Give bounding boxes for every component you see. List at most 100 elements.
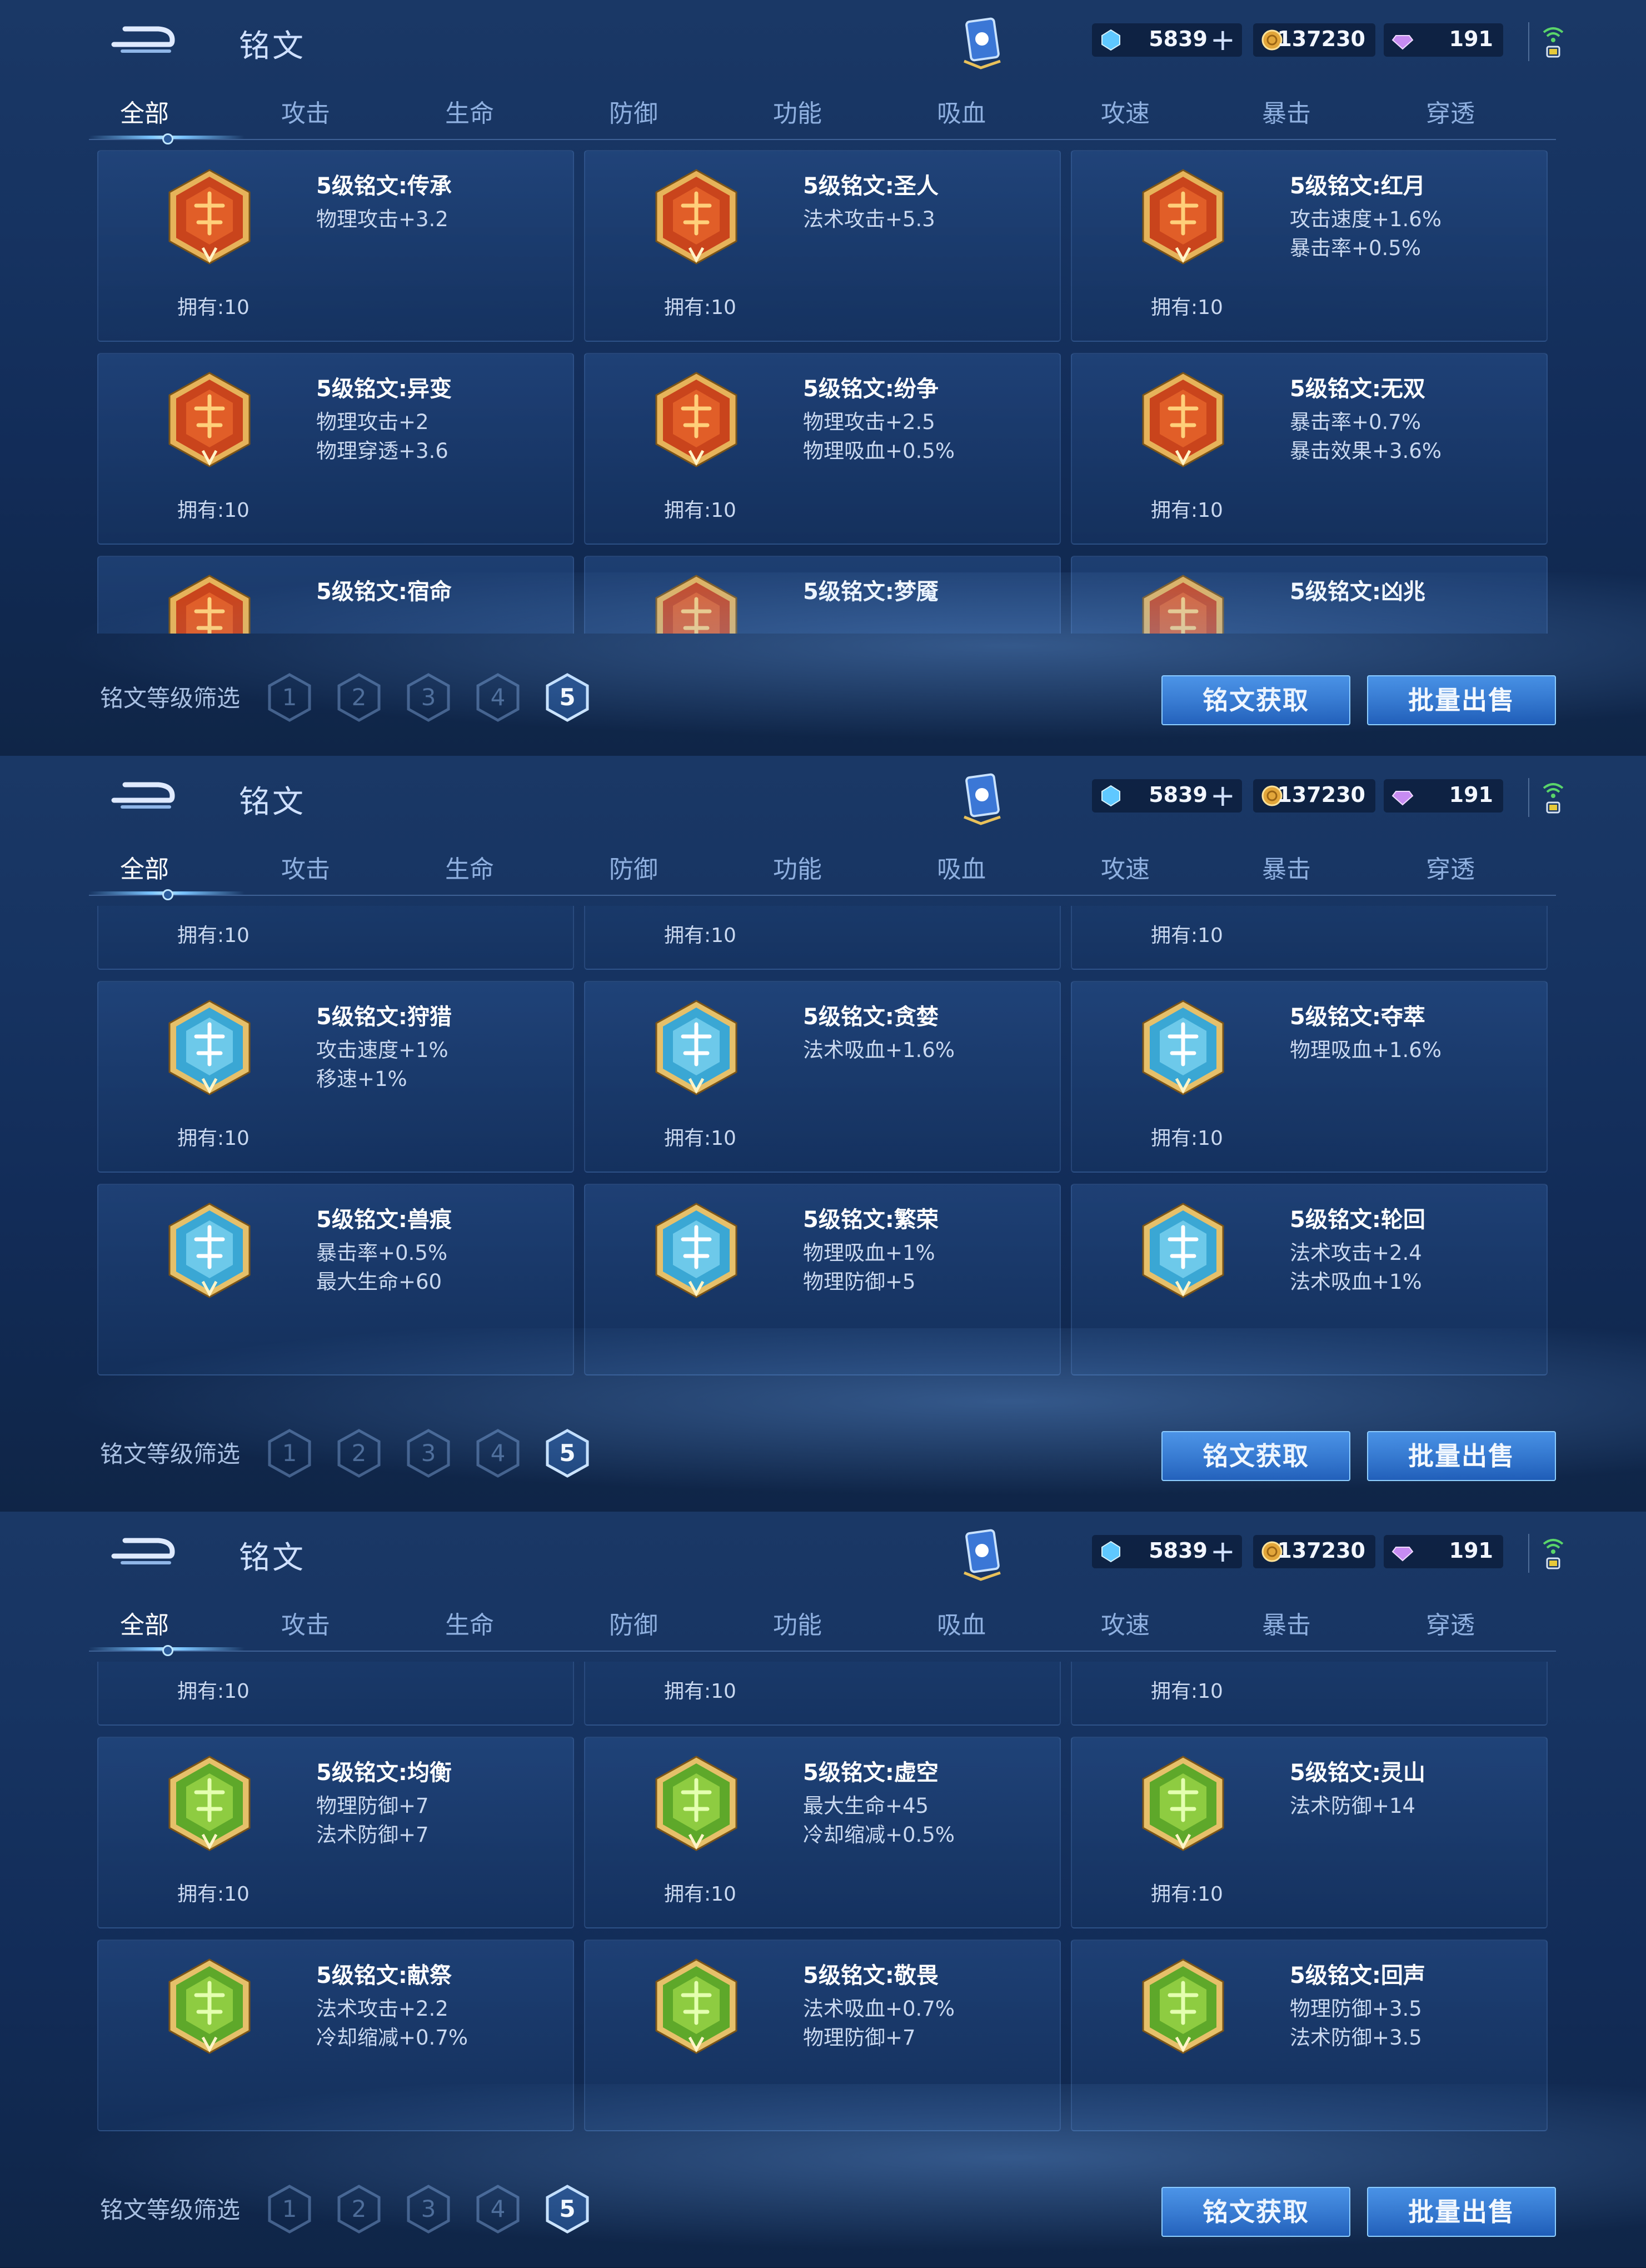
- level-filter-2[interactable]: 2: [336, 1428, 382, 1478]
- level-filter-4[interactable]: 4: [475, 672, 521, 722]
- owned-count: 拥有:10: [177, 499, 250, 522]
- tab-8[interactable]: 穿透: [1395, 93, 1506, 129]
- inscription-gem-icon: [655, 1203, 737, 1298]
- inscription-tile[interactable]: 拥有:10: [1071, 1662, 1548, 1726]
- add-diamond-icon[interactable]: +: [1210, 22, 1235, 57]
- tab-3[interactable]: 防御: [578, 849, 689, 885]
- divider: [1528, 22, 1529, 61]
- tab-8[interactable]: 穿透: [1395, 849, 1506, 885]
- inscription-tile[interactable]: 5级铭文:梦魇: [584, 556, 1061, 634]
- inscription-tile[interactable]: 5级铭文:夺萃 物理吸血+1.6% 拥有:10: [1071, 981, 1548, 1173]
- inscription-name: 5级铭文:传承: [316, 173, 452, 199]
- add-diamond-icon[interactable]: +: [1210, 1534, 1235, 1569]
- inscription-tile[interactable]: 5级铭文:敬畏 法术吸血+0.7% 物理防御+7: [584, 1940, 1061, 2131]
- tab-8[interactable]: 穿透: [1395, 1605, 1506, 1641]
- inscription-tile[interactable]: 5级铭文:轮回 法术攻击+2.4 法术吸血+1%: [1071, 1184, 1548, 1375]
- inscription-tile[interactable]: 法术穿透+6.4拥有:10: [97, 1662, 574, 1726]
- get-inscription-button[interactable]: 铭文获取: [1161, 1431, 1350, 1481]
- inscription-stat-2: 移速+1%: [316, 1067, 407, 1091]
- inscription-stat-2: 暴击率+0.5%: [1290, 236, 1421, 260]
- inscription-tile[interactable]: 5级铭文:红月 攻击速度+1.6% 暴击率+0.5% 拥有:10: [1071, 150, 1548, 342]
- level-filter-3[interactable]: 3: [406, 2184, 451, 2234]
- inscription-name: 5级铭文:繁荣: [803, 1207, 939, 1233]
- inscription-tile[interactable]: 5级铭文:兽痕 暴击率+0.5% 最大生命+60: [97, 1184, 574, 1375]
- inscription-tile[interactable]: 5级铭文:贪婪 法术吸血+1.6% 拥有:10: [584, 981, 1061, 1173]
- tab-1[interactable]: 攻击: [250, 849, 361, 885]
- level-filter-1[interactable]: 1: [267, 2184, 312, 2234]
- level-filter-1[interactable]: 1: [267, 672, 312, 722]
- tab-7[interactable]: 暴击: [1231, 849, 1342, 885]
- inscription-tile[interactable]: 5级铭文:凶兆: [1071, 556, 1548, 634]
- level-number: 4: [490, 684, 506, 711]
- bulk-sell-button[interactable]: 批量出售: [1367, 2187, 1556, 2237]
- inscription-tile[interactable]: 每5秒回血+7拥有:10: [1071, 906, 1548, 970]
- inscription-tile[interactable]: 5级铭文:献祭 法术攻击+2.2 冷却缩减+0.7%: [97, 1940, 574, 2131]
- level-filter-1[interactable]: 1: [267, 1428, 312, 1478]
- inscription-stat-2: 物理防御+5: [803, 1270, 916, 1294]
- inscription-name: 5级铭文:灵山: [1290, 1760, 1425, 1786]
- get-inscription-button[interactable]: 铭文获取: [1161, 2187, 1350, 2237]
- tab-1[interactable]: 攻击: [250, 1605, 361, 1641]
- level-filter-5[interactable]: 5: [545, 1428, 590, 1478]
- inscription-tile[interactable]: 5级铭文:灵山 法术防御+14 拥有:10: [1071, 1737, 1548, 1928]
- tab-4[interactable]: 功能: [742, 849, 853, 885]
- tab-5[interactable]: 吸血: [906, 93, 1017, 129]
- tab-7[interactable]: 暴击: [1231, 93, 1342, 129]
- bulk-sell-button[interactable]: 批量出售: [1367, 1431, 1556, 1481]
- tab-0[interactable]: 全部: [89, 93, 200, 129]
- tab-5[interactable]: 吸血: [906, 1605, 1017, 1641]
- back-arrow-icon[interactable]: [103, 22, 175, 61]
- tab-4[interactable]: 功能: [742, 93, 853, 129]
- tab-4[interactable]: 功能: [742, 1605, 853, 1641]
- tab-3[interactable]: 防御: [578, 93, 689, 129]
- owned-count: 拥有:10: [664, 1680, 736, 1703]
- tab-6[interactable]: 攻速: [1070, 849, 1181, 885]
- inscription-name: 5级铭文:均衡: [316, 1760, 452, 1786]
- inscription-tile[interactable]: 拥有:10: [584, 906, 1061, 970]
- inscription-book-icon[interactable]: [959, 772, 1006, 825]
- tab-5[interactable]: 吸血: [906, 849, 1017, 885]
- level-number: 3: [421, 1439, 436, 1467]
- inscription-tile[interactable]: 5级铭文:纷争 物理攻击+2.5 物理吸血+0.5% 拥有:10: [584, 353, 1061, 545]
- add-diamond-icon[interactable]: +: [1210, 778, 1235, 813]
- level-filter-4[interactable]: 4: [475, 1428, 521, 1478]
- inscription-tile[interactable]: 5级铭文:狩猎 攻击速度+1% 移速+1% 拥有:10: [97, 981, 574, 1173]
- tab-7[interactable]: 暴击: [1231, 1605, 1342, 1641]
- inscription-tile[interactable]: 5级铭文:回声 物理防御+3.5 法术防御+3.5: [1071, 1940, 1548, 2131]
- level-filter-5[interactable]: 5: [545, 672, 590, 722]
- inscription-tile[interactable]: 5级铭文:异变 物理攻击+2 物理穿透+3.6 拥有:10: [97, 353, 574, 545]
- level-filter-2[interactable]: 2: [336, 2184, 382, 2234]
- inscription-tile[interactable]: 拥有:10: [97, 906, 574, 970]
- get-inscription-button[interactable]: 铭文获取: [1161, 675, 1350, 725]
- inscription-name: 5级铭文:异变: [316, 376, 452, 402]
- inscription-tile[interactable]: 5级铭文:传承 物理攻击+3.2 拥有:10: [97, 150, 574, 342]
- tab-2[interactable]: 生命: [414, 849, 525, 885]
- tab-0[interactable]: 全部: [89, 1605, 200, 1641]
- tab-0[interactable]: 全部: [89, 849, 200, 885]
- inscription-tile[interactable]: 5级铭文:繁荣 物理吸血+1% 物理防御+5: [584, 1184, 1061, 1375]
- inscription-tile[interactable]: 5级铭文:圣人 法术攻击+5.3 拥有:10: [584, 150, 1061, 342]
- tab-1[interactable]: 攻击: [250, 93, 361, 129]
- bulk-sell-button[interactable]: 批量出售: [1367, 675, 1556, 725]
- tab-6[interactable]: 攻速: [1070, 1605, 1181, 1641]
- inscription-tile[interactable]: 5级铭文:均衡 物理防御+7 法术防御+7 拥有:10: [97, 1737, 574, 1928]
- level-filter-3[interactable]: 3: [406, 672, 451, 722]
- owned-count: 拥有:10: [664, 1127, 736, 1150]
- back-arrow-icon[interactable]: [103, 778, 175, 817]
- inscription-tile[interactable]: 5级铭文:虚空 最大生命+45 冷却缩减+0.5% 拥有:10: [584, 1737, 1061, 1928]
- inscription-stat-1: 法术攻击+2.4: [1290, 1241, 1422, 1265]
- inscription-book-icon[interactable]: [959, 17, 1006, 69]
- tab-2[interactable]: 生命: [414, 1605, 525, 1641]
- level-filter-3[interactable]: 3: [406, 1428, 451, 1478]
- inscription-tile[interactable]: 拥有:10: [584, 1662, 1061, 1726]
- inscription-book-icon[interactable]: [959, 1528, 1006, 1581]
- level-filter-4[interactable]: 4: [475, 2184, 521, 2234]
- tab-2[interactable]: 生命: [414, 93, 525, 129]
- level-filter-2[interactable]: 2: [336, 672, 382, 722]
- inscription-tile[interactable]: 5级铭文:宿命: [97, 556, 574, 634]
- tab-3[interactable]: 防御: [578, 1605, 689, 1641]
- tab-6[interactable]: 攻速: [1070, 93, 1181, 129]
- back-arrow-icon[interactable]: [103, 1534, 175, 1573]
- inscription-tile[interactable]: 5级铭文:无双 暴击率+0.7% 暴击效果+3.6% 拥有:10: [1071, 353, 1548, 545]
- level-filter-5[interactable]: 5: [545, 2184, 590, 2234]
